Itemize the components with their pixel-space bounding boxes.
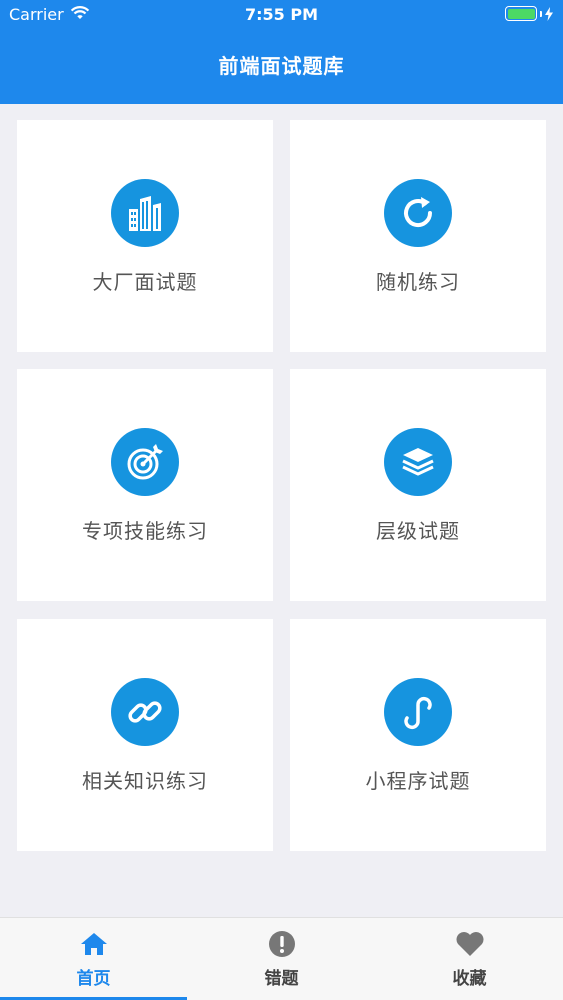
card-label: 小程序试题: [365, 769, 471, 793]
charging-bolt-icon: [545, 6, 553, 21]
card-label: 随机练习: [376, 270, 460, 294]
refresh-icon: [384, 179, 452, 247]
link-icon: [111, 678, 179, 746]
app-header: Carrier 7:55 PM 前端面试题库: [0, 0, 563, 104]
tab-label: 首页: [76, 969, 111, 989]
card-label: 大厂面试题: [92, 270, 198, 294]
target-icon: [111, 428, 179, 496]
status-time: 7:55 PM: [244, 5, 318, 24]
tab-favorites[interactable]: 收藏: [376, 918, 563, 1000]
status-bar: Carrier 7:55 PM: [0, 0, 563, 30]
card-label: 相关知识练习: [82, 769, 208, 793]
card-level-questions[interactable]: 层级试题: [290, 369, 546, 601]
battery-icon: [505, 6, 553, 21]
exclamation-icon: [268, 930, 296, 958]
building-icon: [111, 179, 179, 247]
tab-home[interactable]: 首页: [0, 918, 187, 1000]
page-title: 前端面试题库: [218, 54, 345, 78]
tab-bar: 首页 错题 收藏: [0, 917, 563, 1000]
tab-wrong-questions[interactable]: 错题: [188, 918, 375, 1000]
home-icon: [80, 930, 108, 958]
layers-icon: [384, 428, 452, 496]
tab-label: 收藏: [452, 969, 487, 989]
card-special-skills[interactable]: 专项技能练习: [17, 369, 273, 601]
card-random-practice[interactable]: 随机练习: [290, 120, 546, 352]
card-label: 层级试题: [376, 519, 460, 543]
mini-program-icon: [384, 678, 452, 746]
heart-icon: [455, 930, 485, 958]
card-big-company-questions[interactable]: 大厂面试题: [17, 120, 273, 352]
card-related-knowledge[interactable]: 相关知识练习: [17, 619, 273, 851]
card-label: 专项技能练习: [82, 519, 208, 543]
tab-label: 错题: [264, 969, 299, 989]
card-mini-program[interactable]: 小程序试题: [290, 619, 546, 851]
